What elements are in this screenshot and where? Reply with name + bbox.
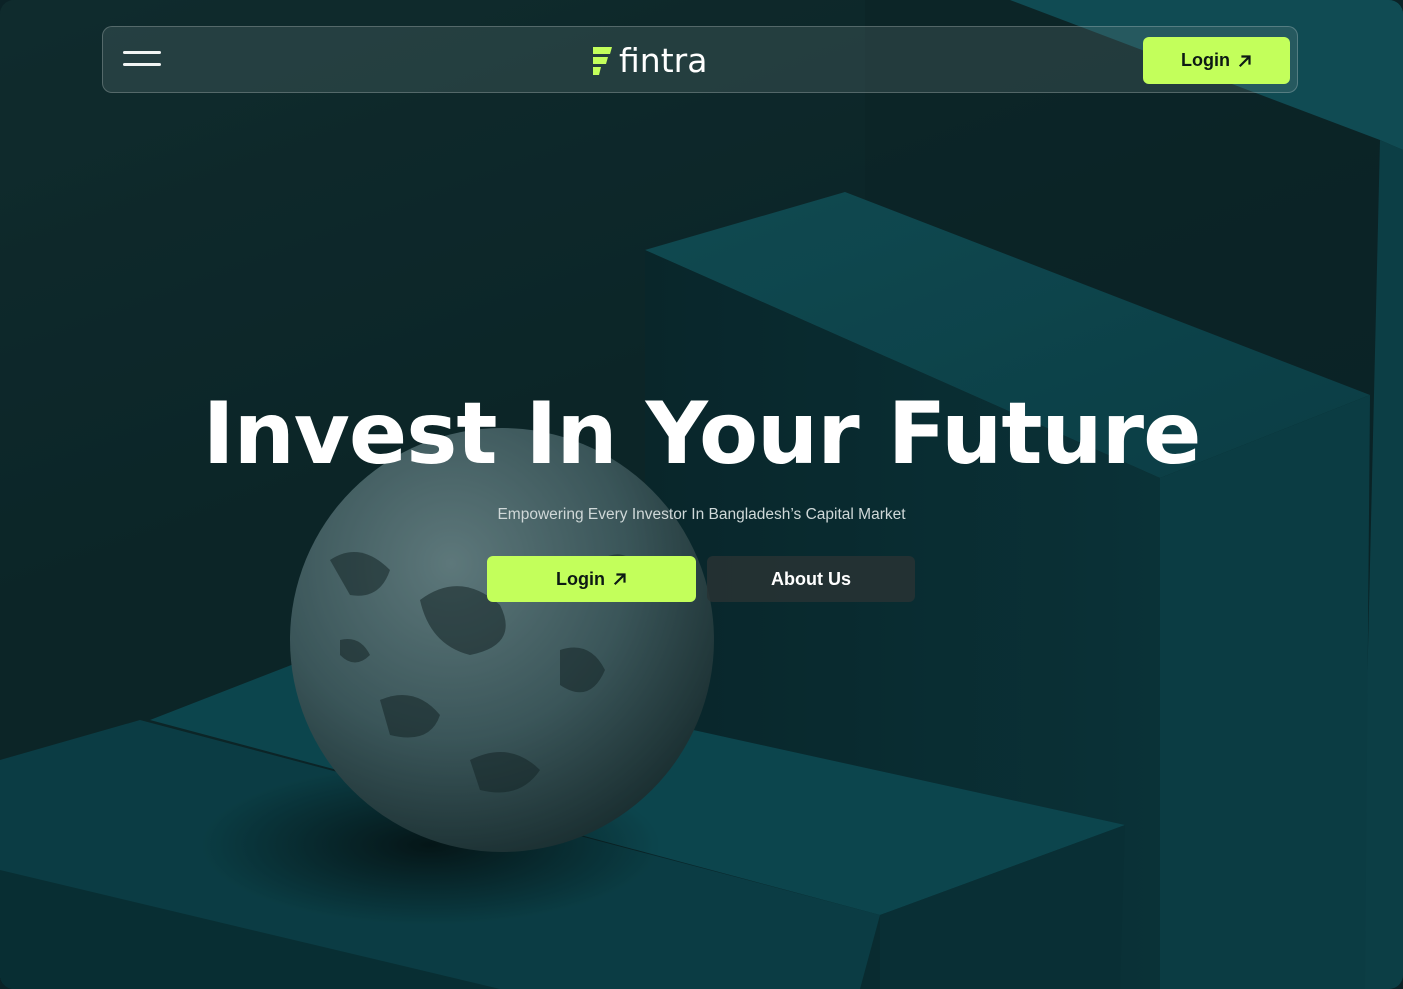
nav-login-label: Login — [1181, 50, 1230, 70]
hero-title: Invest In Your Future — [202, 384, 1202, 484]
top-navbar: fintra Login — [102, 26, 1298, 93]
arrow-up-right-icon — [1238, 54, 1251, 67]
brand-logo[interactable]: fintra — [591, 43, 707, 79]
hero-background-image — [0, 0, 1403, 989]
about-us-button[interactable]: About Us — [707, 556, 915, 602]
about-us-label: About Us — [771, 568, 851, 589]
hero-login-button[interactable]: Login — [487, 556, 696, 602]
fintra-logo-icon — [593, 47, 612, 75]
hero-login-label: Login — [556, 568, 605, 589]
nav-login-button[interactable]: Login — [1143, 37, 1290, 84]
arrow-up-right-icon — [613, 573, 626, 586]
brand-name: fintra — [619, 41, 708, 80]
hamburger-icon[interactable] — [123, 51, 163, 69]
landing-page: fintra Login Invest In Your Future Empow… — [0, 0, 1403, 989]
hero-subtitle: Empowering Every Investor In Bangladesh’… — [497, 506, 906, 523]
